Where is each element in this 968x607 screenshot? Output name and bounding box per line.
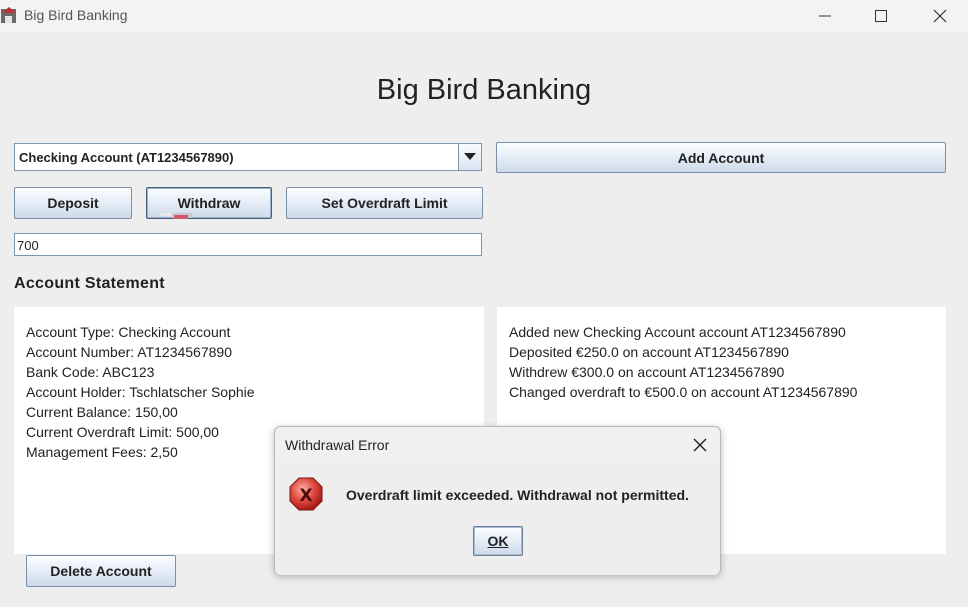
error-icon: X — [289, 477, 323, 511]
dialog-body: X Overdraft limit exceeded. Withdrawal n… — [275, 463, 720, 575]
log-entry: Withdrew €300.0 on account AT1234567890 — [509, 364, 785, 380]
detail-account-number: Account Number: AT1234567890 — [26, 344, 232, 360]
log-entry: Added new Checking Account account AT123… — [509, 324, 846, 340]
detail-account-holder: Account Holder: Tschlatscher Sophie — [26, 384, 255, 400]
svg-text:X: X — [299, 486, 312, 506]
account-selector-value: Checking Account (AT1234567890) — [19, 150, 234, 165]
close-icon[interactable] — [692, 437, 708, 453]
log-entry: Deposited €250.0 on account AT1234567890 — [509, 344, 789, 360]
close-window-button[interactable] — [917, 0, 963, 32]
statement-title: Account Statement — [14, 275, 165, 292]
withdrawal-error-dialog: Withdrawal Error X Overdraft limit excee… — [274, 426, 721, 575]
ok-button-label: OK — [487, 533, 509, 549]
deposit-button[interactable]: Deposit — [14, 187, 132, 219]
dialog-message: Overdraft limit exceeded. Withdrawal not… — [346, 487, 689, 503]
account-selector[interactable]: Checking Account (AT1234567890) — [14, 143, 482, 171]
close-icon — [933, 9, 947, 23]
window-title: Big Bird Banking — [24, 7, 128, 23]
delete-account-button[interactable]: Delete Account — [26, 555, 176, 587]
detail-account-type: Account Type: Checking Account — [26, 324, 231, 340]
maximize-button[interactable] — [858, 0, 904, 32]
minimize-button[interactable] — [802, 0, 848, 32]
detail-current-balance: Current Balance: 150,00 — [26, 404, 178, 420]
render-artifact — [160, 213, 192, 219]
add-account-button[interactable]: Add Account — [496, 142, 946, 173]
app-icon — [1, 7, 16, 23]
maximize-icon — [875, 10, 887, 22]
set-overdraft-button[interactable]: Set Overdraft Limit — [286, 187, 483, 219]
dialog-titlebar: Withdrawal Error — [275, 427, 720, 463]
minimize-icon — [819, 15, 831, 17]
log-entry: Changed overdraft to €500.0 on account A… — [509, 384, 858, 400]
detail-bank-code: Bank Code: ABC123 — [26, 364, 155, 380]
amount-input[interactable]: 700 — [14, 233, 482, 256]
account-selector-arrow[interactable] — [458, 144, 481, 170]
ok-button[interactable]: OK — [473, 526, 523, 556]
dialog-title: Withdrawal Error — [285, 437, 390, 453]
window-titlebar: Big Bird Banking — [0, 0, 968, 32]
app-heading: Big Bird Banking — [376, 74, 592, 106]
chevron-down-icon — [464, 153, 476, 160]
